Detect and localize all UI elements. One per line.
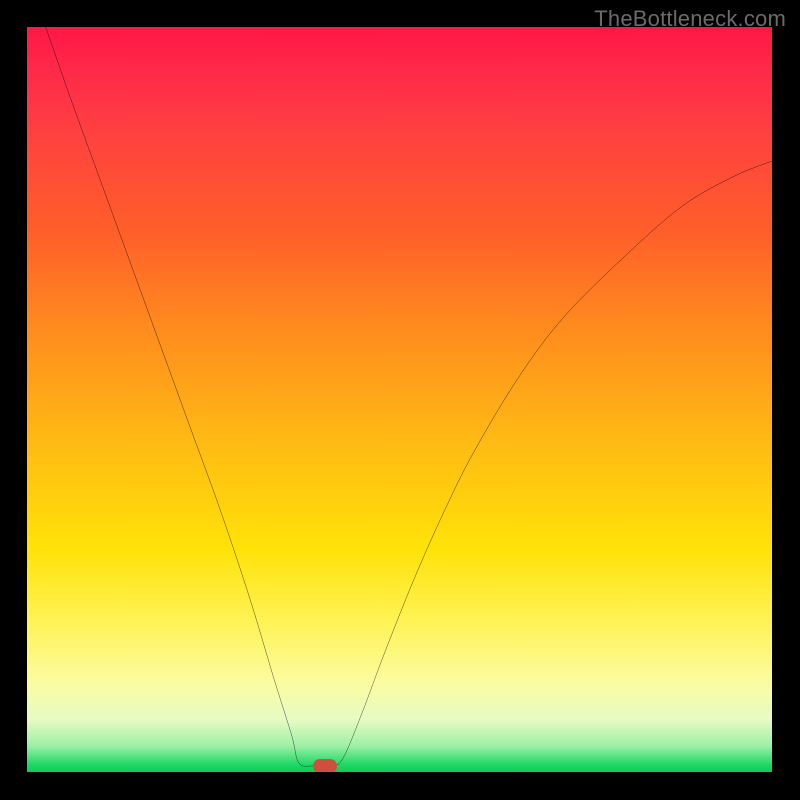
optimal-point-marker (313, 759, 337, 772)
curve-path (46, 27, 772, 767)
bottleneck-curve (27, 27, 772, 772)
plot-area (27, 27, 772, 772)
chart-frame: TheBottleneck.com (0, 0, 800, 800)
watermark-text: TheBottleneck.com (594, 6, 786, 32)
